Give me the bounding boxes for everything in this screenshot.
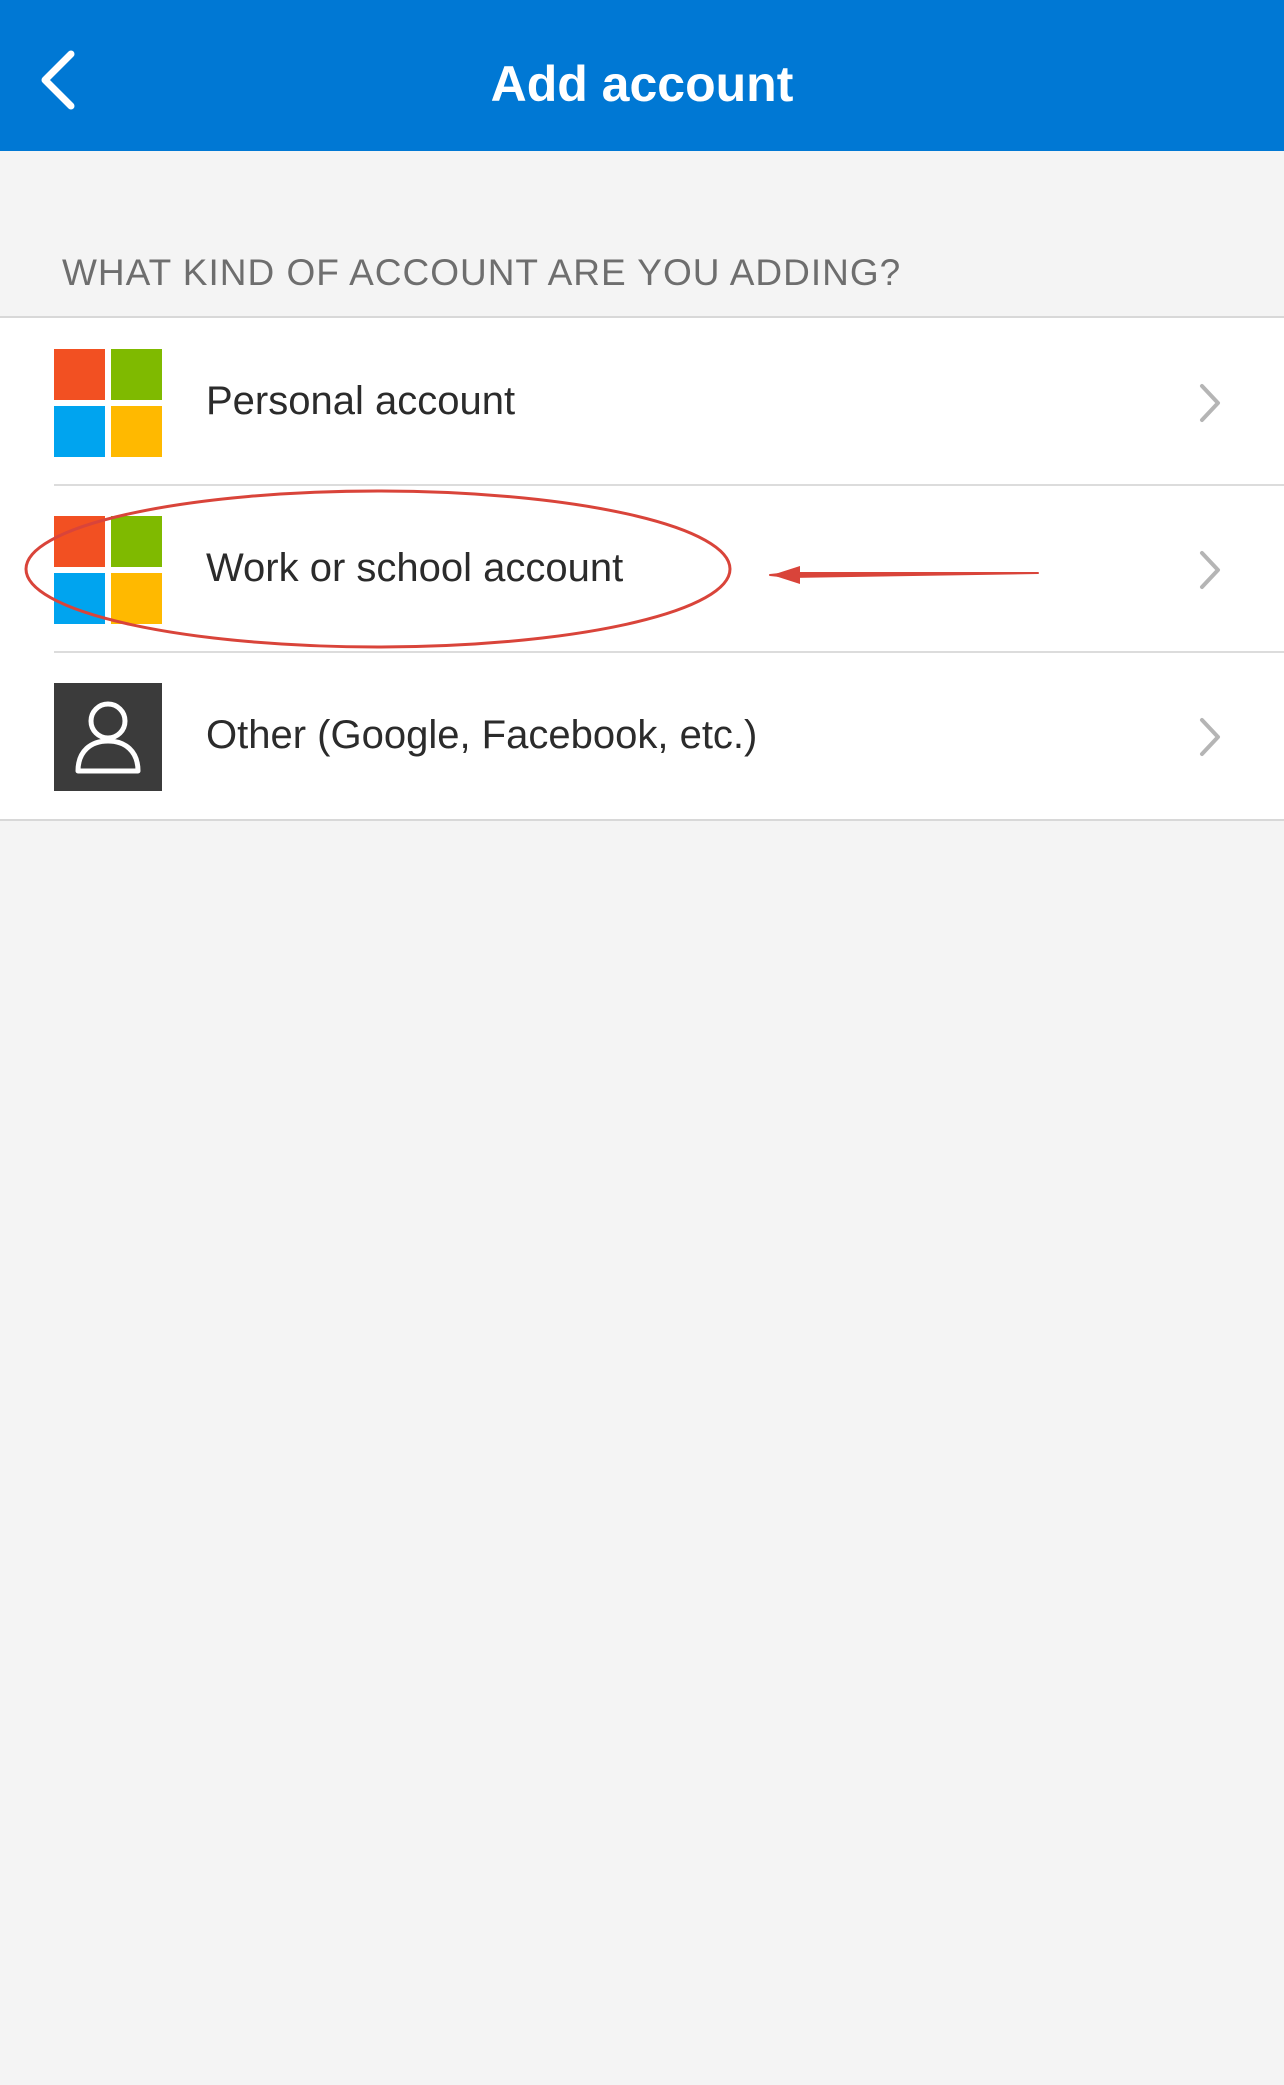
page-title: Add account <box>490 56 794 112</box>
work-or-school-account-option[interactable]: Work or school account <box>0 484 1284 652</box>
personal-account-option[interactable]: Personal account <box>0 318 1284 485</box>
option-label: Other (Google, Facebook, etc.) <box>206 713 758 757</box>
option-label: Work or school account <box>206 546 624 590</box>
account-type-list: Personal account Work or school account … <box>0 316 1284 821</box>
chevron-right-icon <box>1200 718 1220 756</box>
annotation-overlay <box>24 489 1039 649</box>
microsoft-logo-icon <box>54 516 162 624</box>
other-account-option[interactable]: Other (Google, Facebook, etc.) <box>0 651 1284 819</box>
user-icon <box>54 683 162 791</box>
chevron-right-icon <box>1200 551 1220 589</box>
chevron-right-icon <box>1200 384 1220 422</box>
microsoft-logo-icon <box>54 349 162 457</box>
section-heading: WHAT KIND OF ACCOUNT ARE YOU ADDING? <box>62 252 902 293</box>
app-header: Add account <box>0 0 1284 151</box>
option-label: Personal account <box>206 379 516 423</box>
